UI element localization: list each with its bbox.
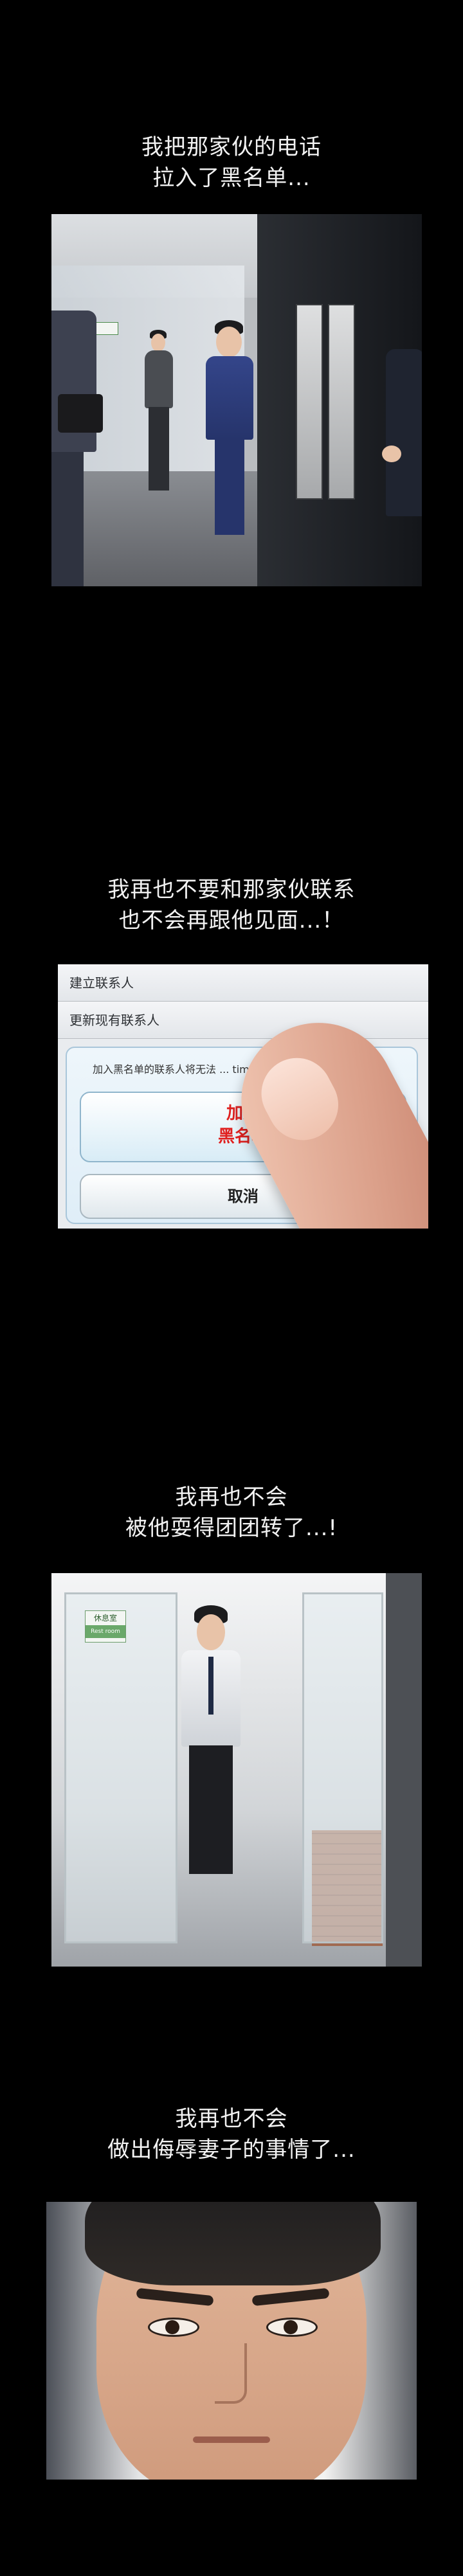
rest-room-sign-subtitle: Rest room (86, 1625, 125, 1638)
create-contact-option[interactable]: 建立联系人 (58, 964, 428, 1002)
cabinet (296, 304, 323, 500)
left-eye (148, 2318, 199, 2337)
caption-3-line-1: 我再也不会 (175, 1484, 288, 1510)
mouth (193, 2436, 270, 2443)
face-closeup-panel (46, 2202, 417, 2480)
caption-4-line-1: 我再也不会 (175, 2106, 288, 2132)
glass-door-right (302, 1592, 383, 1943)
fingernail (249, 1045, 351, 1153)
caption-4: 我再也不会 做出侮辱妻子的事情了... (0, 2103, 463, 2165)
update-contact-option[interactable]: 更新现有联系人 (58, 1002, 428, 1039)
right-eye (266, 2318, 318, 2337)
glass-door-panel: 休息室 Rest room (51, 1573, 422, 1967)
caption-1-line-2: 拉入了黑名单... (152, 165, 311, 191)
rest-room-sign: 休息室 Rest room (85, 1610, 126, 1643)
hair (85, 2202, 381, 2285)
rest-room-sign-title: 休息室 (93, 1614, 117, 1623)
caption-4-line-2: 做出侮辱妻子的事情了... (107, 2137, 356, 2163)
nose (215, 2343, 247, 2404)
caption-2-line-1: 我再也不要和那家伙联系 (107, 877, 356, 903)
caption-3: 我再也不会 被他耍得团团转了...! (0, 1482, 463, 1544)
caption-1-line-1: 我把那家伙的电话 (141, 134, 322, 160)
caption-2-line-2: 也不会再跟他见面...！ (118, 908, 345, 933)
caption-1: 我把那家伙的电话 拉入了黑名单... (0, 132, 463, 194)
phone-screen-panel: 建立联系人 更新现有联系人 加入黑名单的联系人将无法 ... time功能 加入… (58, 964, 428, 1229)
glass-door-left (64, 1592, 177, 1943)
caption-3-line-2: 被他耍得团团转了...! (125, 1515, 338, 1541)
caption-2: 我再也不要和那家伙联系 也不会再跟他见面...！ (0, 874, 463, 936)
office-corridor-panel (51, 214, 422, 586)
side-wall (386, 1573, 422, 1967)
cabinet (328, 304, 355, 500)
